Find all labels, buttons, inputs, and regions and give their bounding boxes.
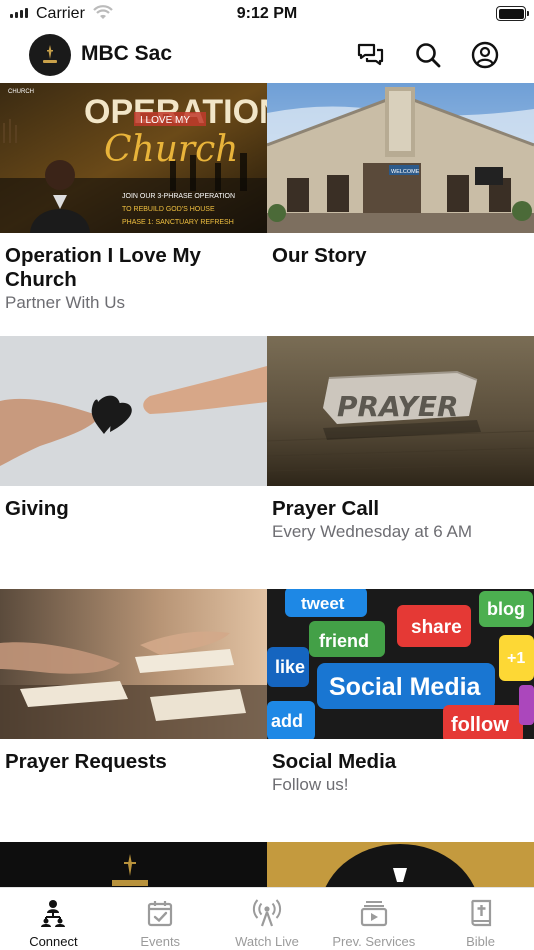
card-image-bible-study <box>0 589 267 739</box>
card-subtitle: Partner With Us <box>5 293 125 312</box>
svg-text:tweet: tweet <box>301 594 345 613</box>
svg-text:blog: blog <box>487 599 525 619</box>
card-subtitle: Every Wednesday at 6 AM <box>272 522 473 541</box>
video-library-icon <box>359 898 389 928</box>
card-title: Operation I Love My Church <box>5 244 201 291</box>
svg-text:Social Media: Social Media <box>329 673 482 701</box>
app-title: MBC Sac <box>81 42 173 65</box>
svg-text:I LOVE MY: I LOVE MY <box>140 115 190 126</box>
app-header: MBC Sac <box>0 28 534 83</box>
battery-icon <box>496 6 529 21</box>
card-partial-left[interactable] <box>0 842 267 887</box>
status-time: 9:12 PM <box>236 5 298 22</box>
svg-text:follow: follow <box>451 714 509 736</box>
bible-icon <box>466 898 496 928</box>
card-title: Prayer Call <box>272 497 380 520</box>
card-prayer-requests[interactable]: Prayer Requests <box>0 589 267 842</box>
svg-text:+1: +1 <box>507 650 525 667</box>
svg-text:JOIN OUR 3-PHRASE OPERATION: JOIN OUR 3-PHRASE OPERATION <box>122 193 235 200</box>
tab-connect[interactable]: Connect <box>0 888 107 950</box>
card-image-partial-logo <box>0 842 267 887</box>
card-social-media[interactable]: tweet blog friend share like +1 Social M… <box>267 589 534 842</box>
broadcast-icon <box>252 898 282 928</box>
card-operation-i-love-my-church[interactable]: CHURCH OPERATION I LOVE MY Church JOIN O… <box>0 83 267 336</box>
tab-events[interactable]: Events <box>107 888 214 950</box>
tab-label: Events <box>140 934 181 949</box>
svg-text:WELCOME: WELCOME <box>391 169 420 175</box>
status-bar: Carrier 9:12 PM <box>0 0 534 28</box>
card-image-hands-heart <box>0 336 267 486</box>
tab-prev-services[interactable]: Prev. Services <box>320 888 427 950</box>
card-title: Social Media <box>272 750 397 773</box>
card-subtitle: Follow us! <box>272 775 349 794</box>
tab-label: Connect <box>29 934 78 949</box>
tab-label: Prev. Services <box>332 934 416 949</box>
card-title: Prayer Requests <box>5 750 167 773</box>
image-label-church: CHURCH <box>8 89 34 95</box>
card-our-story[interactable]: WELCOME Our Story <box>267 83 534 336</box>
card-image-church-building: WELCOME <box>267 83 534 233</box>
card-image-operation: CHURCH OPERATION I LOVE MY Church JOIN O… <box>0 83 267 233</box>
bottom-tab-bar: Connect Events Watch Live Prev. Services… <box>0 887 534 950</box>
tab-label: Bible <box>466 934 496 949</box>
svg-text:TO REBUILD GOD'S HOUSE: TO REBUILD GOD'S HOUSE <box>122 206 215 213</box>
card-prayer-call[interactable]: PRAYER Prayer Call Every Wednesday at 6 … <box>267 336 534 589</box>
card-image-prayer: PRAYER <box>267 336 534 486</box>
svg-text:PHASE 1: SANCTUARY REFRESH: PHASE 1: SANCTUARY REFRESH <box>122 219 234 226</box>
tab-bible[interactable]: Bible <box>427 888 534 950</box>
account-icon[interactable] <box>470 40 500 70</box>
svg-text:Church: Church <box>104 129 238 170</box>
card-title: Giving <box>5 497 69 520</box>
connect-icon <box>38 898 68 928</box>
card-title: Our Story <box>272 244 367 267</box>
svg-text:like: like <box>275 657 305 677</box>
svg-text:PRAYER: PRAYER <box>337 390 459 423</box>
card-partial-right[interactable] <box>267 842 534 887</box>
tab-label: Watch Live <box>235 934 299 949</box>
search-icon[interactable] <box>413 40 443 70</box>
chat-icon[interactable] <box>355 40 385 70</box>
church-logo[interactable] <box>29 34 71 76</box>
tab-watch-live[interactable]: Watch Live <box>214 888 321 950</box>
svg-text:friend: friend <box>319 631 369 651</box>
card-image-social-keyboard: tweet blog friend share like +1 Social M… <box>267 589 534 739</box>
card-giving[interactable]: Giving <box>0 336 267 589</box>
card-image-partial-gold <box>267 842 534 887</box>
svg-text:share: share <box>411 617 462 638</box>
svg-text:add: add <box>271 711 303 731</box>
calendar-check-icon <box>145 898 175 928</box>
